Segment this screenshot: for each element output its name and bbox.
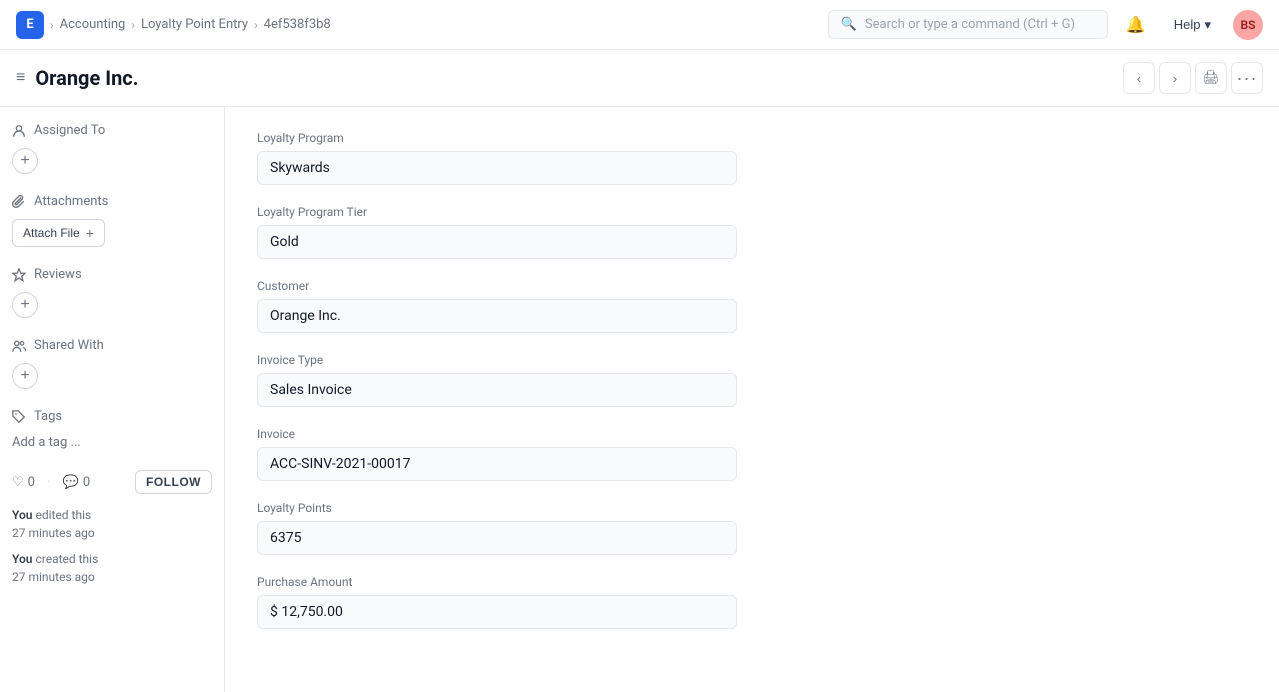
assigned-to-label: Assigned To	[34, 123, 105, 138]
invoice-type-label: Invoice Type	[257, 353, 1247, 367]
invoice-type-group: Invoice Type Sales Invoice	[257, 353, 1247, 407]
tag-icon	[12, 410, 26, 424]
activity-item-0: You edited this 27 minutes ago	[12, 506, 212, 542]
likes-count[interactable]: ♡ 0	[12, 475, 35, 490]
activity-time-0: 27 minutes ago	[12, 526, 95, 540]
navbar-right: 🔍 Search or type a command (Ctrl + G) 🔔 …	[828, 9, 1263, 41]
breadcrumb: E › Accounting › Loyalty Point Entry › 4…	[16, 11, 331, 39]
activity-you-1: You	[12, 552, 32, 566]
comment-icon: 💬	[63, 475, 79, 490]
shared-with-header: Shared With	[12, 338, 212, 353]
person-icon	[12, 124, 26, 138]
reviews-label: Reviews	[34, 267, 82, 282]
main-layout: Assigned To + Attachments Attach File +	[0, 107, 1279, 692]
comments-count[interactable]: 💬 0	[63, 475, 91, 490]
search-placeholder: Search or type a command (Ctrl + G)	[865, 17, 1075, 32]
attachments-header: Attachments	[12, 194, 212, 209]
follow-button[interactable]: FOLLOW	[135, 470, 212, 494]
activity-you-0: You	[12, 508, 32, 522]
prev-record-button[interactable]: ‹	[1123, 62, 1155, 94]
avatar[interactable]: BS	[1233, 10, 1263, 40]
invoice-field[interactable]: ACC-SINV-2021-00017	[257, 447, 737, 481]
purchase-amount-field[interactable]: $ 12,750.00	[257, 595, 737, 629]
breadcrumb-loyalty-point-entry[interactable]: Loyalty Point Entry	[141, 17, 248, 32]
main-content: Loyalty Program Skywards Loyalty Program…	[225, 107, 1279, 692]
sidebar-footer: ♡ 0 · 💬 0 FOLLOW You edited this 27 minu…	[12, 470, 212, 586]
add-review-button[interactable]: +	[12, 292, 38, 318]
reviews-header: Reviews	[12, 267, 212, 282]
print-icon: 🖨	[1203, 70, 1220, 86]
assigned-to-header: Assigned To	[12, 123, 212, 138]
add-shared-with-button[interactable]: +	[12, 363, 38, 389]
loyalty-program-label: Loyalty Program	[257, 131, 1247, 145]
breadcrumb-sep-1: ›	[50, 18, 54, 32]
loyalty-program-tier-group: Loyalty Program Tier Gold	[257, 205, 1247, 259]
invoice-group: Invoice ACC-SINV-2021-00017	[257, 427, 1247, 481]
next-record-button[interactable]: ›	[1159, 62, 1191, 94]
people-icon	[12, 339, 26, 353]
activity-time-1: 27 minutes ago	[12, 570, 95, 584]
tags-label: Tags	[34, 409, 62, 424]
page-header: ≡ Orange Inc. ‹ › 🖨 ···	[0, 50, 1279, 107]
loyalty-program-tier-field[interactable]: Gold	[257, 225, 737, 259]
shared-with-section: Shared With +	[12, 338, 212, 389]
tags-header: Tags	[12, 409, 212, 424]
activity-action-1: created this	[35, 552, 98, 566]
search-bar[interactable]: 🔍 Search or type a command (Ctrl + G)	[828, 10, 1108, 39]
customer-group: Customer Orange Inc.	[257, 279, 1247, 333]
attach-file-label: Attach File	[23, 226, 80, 240]
add-assigned-to-button[interactable]: +	[12, 148, 38, 174]
help-label: Help	[1174, 17, 1201, 32]
tags-section: Tags Add a tag ...	[12, 409, 212, 450]
page-title: Orange Inc.	[35, 66, 138, 90]
loyalty-program-tier-label: Loyalty Program Tier	[257, 205, 1247, 219]
likes-number: 0	[28, 475, 35, 490]
sidebar: Assigned To + Attachments Attach File +	[0, 107, 225, 692]
loyalty-program-group: Loyalty Program Skywards	[257, 131, 1247, 185]
help-button[interactable]: Help ▾	[1164, 11, 1221, 39]
search-icon: 🔍	[841, 17, 857, 32]
activity-action-0: edited this	[35, 508, 91, 522]
loyalty-points-field[interactable]: 6375	[257, 521, 737, 555]
breadcrumb-sep-2: ›	[131, 18, 135, 32]
print-button[interactable]: 🖨	[1195, 62, 1227, 94]
notifications-button[interactable]: 🔔	[1120, 9, 1152, 41]
add-tag-link[interactable]: Add a tag ...	[12, 435, 81, 450]
likes-row: ♡ 0 · 💬 0 FOLLOW	[12, 470, 212, 494]
reviews-section: Reviews +	[12, 267, 212, 318]
loyalty-points-group: Loyalty Points 6375	[257, 501, 1247, 555]
attachments-label: Attachments	[34, 194, 108, 209]
customer-field[interactable]: Orange Inc.	[257, 299, 737, 333]
breadcrumb-sep-3: ›	[254, 18, 258, 32]
heart-icon: ♡	[12, 475, 24, 490]
attach-file-button[interactable]: Attach File +	[12, 219, 105, 247]
activity-item-1: You created this 27 minutes ago	[12, 550, 212, 586]
invoice-type-field[interactable]: Sales Invoice	[257, 373, 737, 407]
attach-file-plus-icon: +	[86, 225, 94, 241]
customer-label: Customer	[257, 279, 1247, 293]
app-icon[interactable]: E	[16, 11, 44, 39]
purchase-amount-group: Purchase Amount $ 12,750.00	[257, 575, 1247, 629]
breadcrumb-record-id: 4ef538f3b8	[264, 17, 331, 32]
invoice-label: Invoice	[257, 427, 1247, 441]
navbar: E › Accounting › Loyalty Point Entry › 4…	[0, 0, 1279, 50]
attachments-section: Attachments Attach File +	[12, 194, 212, 247]
paperclip-icon	[12, 195, 26, 209]
purchase-amount-label: Purchase Amount	[257, 575, 1247, 589]
loyalty-program-field[interactable]: Skywards	[257, 151, 737, 185]
hamburger-menu-button[interactable]: ≡	[16, 69, 25, 87]
more-options-button[interactable]: ···	[1231, 62, 1263, 94]
dot-separator: ·	[47, 474, 51, 490]
breadcrumb-accounting[interactable]: Accounting	[60, 17, 126, 32]
page-header-right: ‹ › 🖨 ···	[1123, 62, 1263, 94]
assigned-to-section: Assigned To +	[12, 123, 212, 174]
page-header-left: ≡ Orange Inc.	[16, 66, 139, 90]
shared-with-label: Shared With	[34, 338, 104, 353]
comments-number: 0	[83, 475, 90, 490]
star-icon	[12, 268, 26, 282]
help-chevron-icon: ▾	[1204, 17, 1211, 33]
loyalty-points-label: Loyalty Points	[257, 501, 1247, 515]
